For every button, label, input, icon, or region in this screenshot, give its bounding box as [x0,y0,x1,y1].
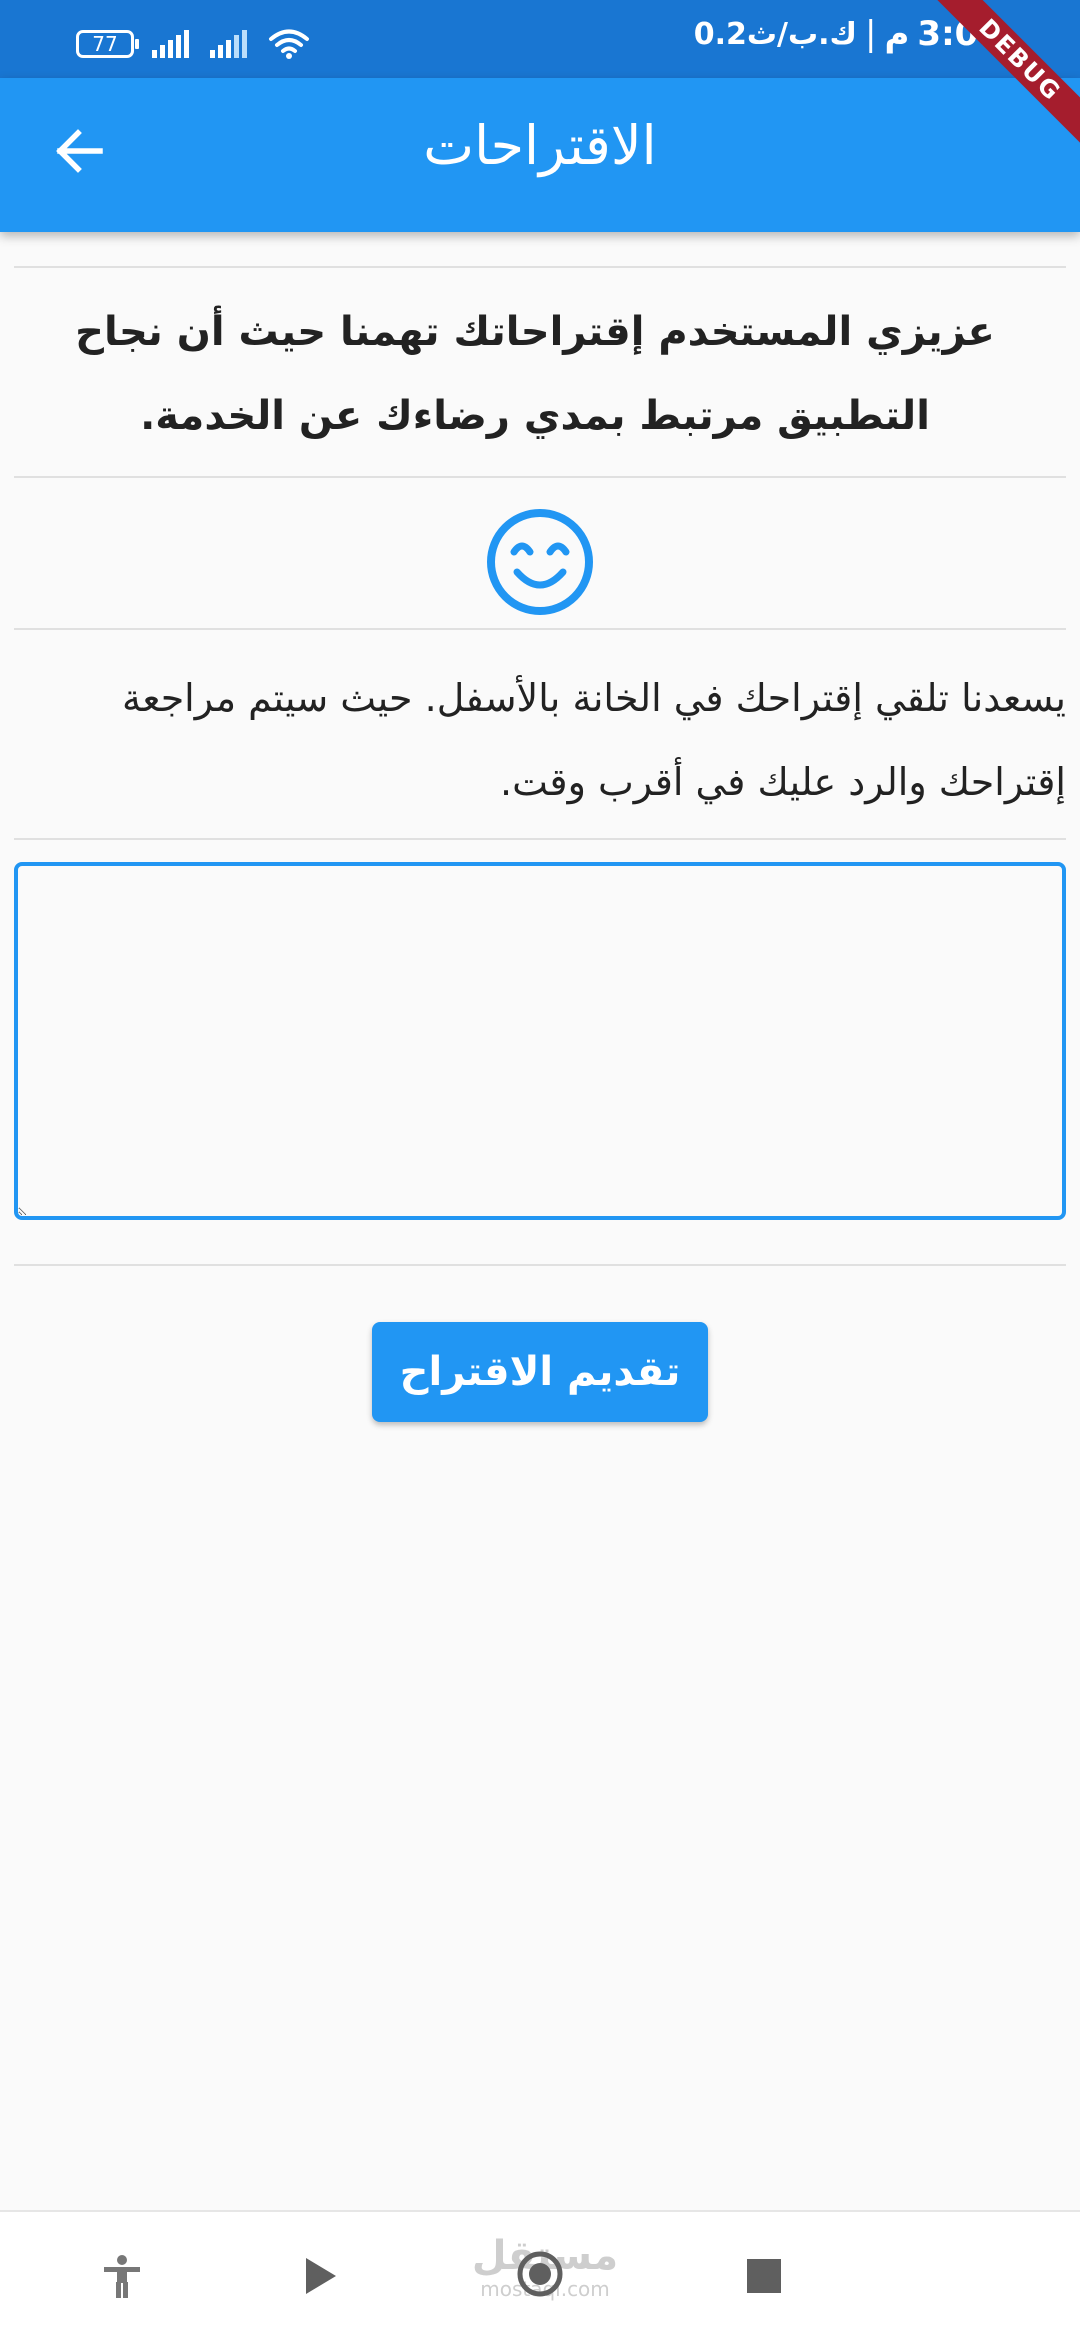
home-circle-icon [515,2249,565,2303]
status-clock: 0.2ك.ب/ث | م 3:01 [694,14,1002,54]
info-text: يسعدنا تلقي إقتراحك في الخانة بالأسفل. ح… [121,676,1066,804]
page-title: الاقتراحات [423,114,657,177]
suggestion-input[interactable] [14,862,1066,1220]
stop-button[interactable] [734,2248,794,2308]
play-button[interactable] [290,2248,350,2308]
status-separator: | [865,14,877,54]
divider [14,266,1066,268]
divider [14,628,1066,630]
status-bar: 77 0.2ك.ب/ث | م 3:01 [0,0,1080,78]
smiling-face-icon [484,506,596,622]
submit-suggestion-button[interactable]: تقديم الاقتراح [372,1322,708,1422]
submit-button-label: تقديم الاقتراح [399,1349,681,1395]
stop-square-icon [746,2258,782,2298]
signal-icon-sim2 [210,30,250,58]
divider [14,1264,1066,1266]
accessibility-button[interactable] [92,2248,152,2308]
status-indicators: 77 [76,28,310,60]
accessibility-icon [100,2254,144,2302]
data-speed: 0.2ك.ب/ث [693,16,858,52]
am-pm: م [884,14,910,54]
wifi-icon [268,28,310,60]
system-nav-bar: مستقل mostaql.com [0,2210,1080,2342]
divider [14,476,1066,478]
home-button[interactable] [510,2246,570,2306]
app-bar: الاقتراحات [0,78,1080,232]
signal-icon [152,30,192,58]
play-icon [300,2254,340,2302]
battery-icon: 77 [76,30,139,58]
divider [14,838,1066,840]
intro-text: عزيزي المستخدم إقتراحاتك تهمنا حيث أن نج… [75,309,995,439]
battery-level: 77 [92,32,118,56]
